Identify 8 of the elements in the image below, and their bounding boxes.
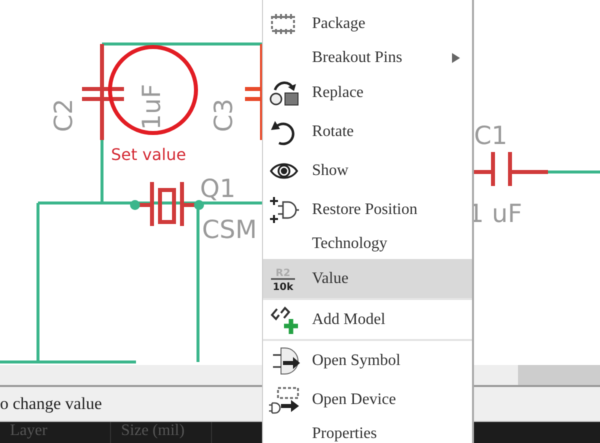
part-name: C2 bbox=[49, 98, 78, 132]
part-name: C1 bbox=[474, 121, 508, 150]
part-name: C3 bbox=[209, 98, 238, 132]
status-text: o change value bbox=[0, 394, 102, 414]
part-name: Q1 bbox=[200, 174, 236, 203]
part-value: 1uF bbox=[137, 84, 166, 130]
annotation-text: Set value bbox=[111, 145, 186, 164]
part-value: CSM bbox=[202, 215, 257, 244]
